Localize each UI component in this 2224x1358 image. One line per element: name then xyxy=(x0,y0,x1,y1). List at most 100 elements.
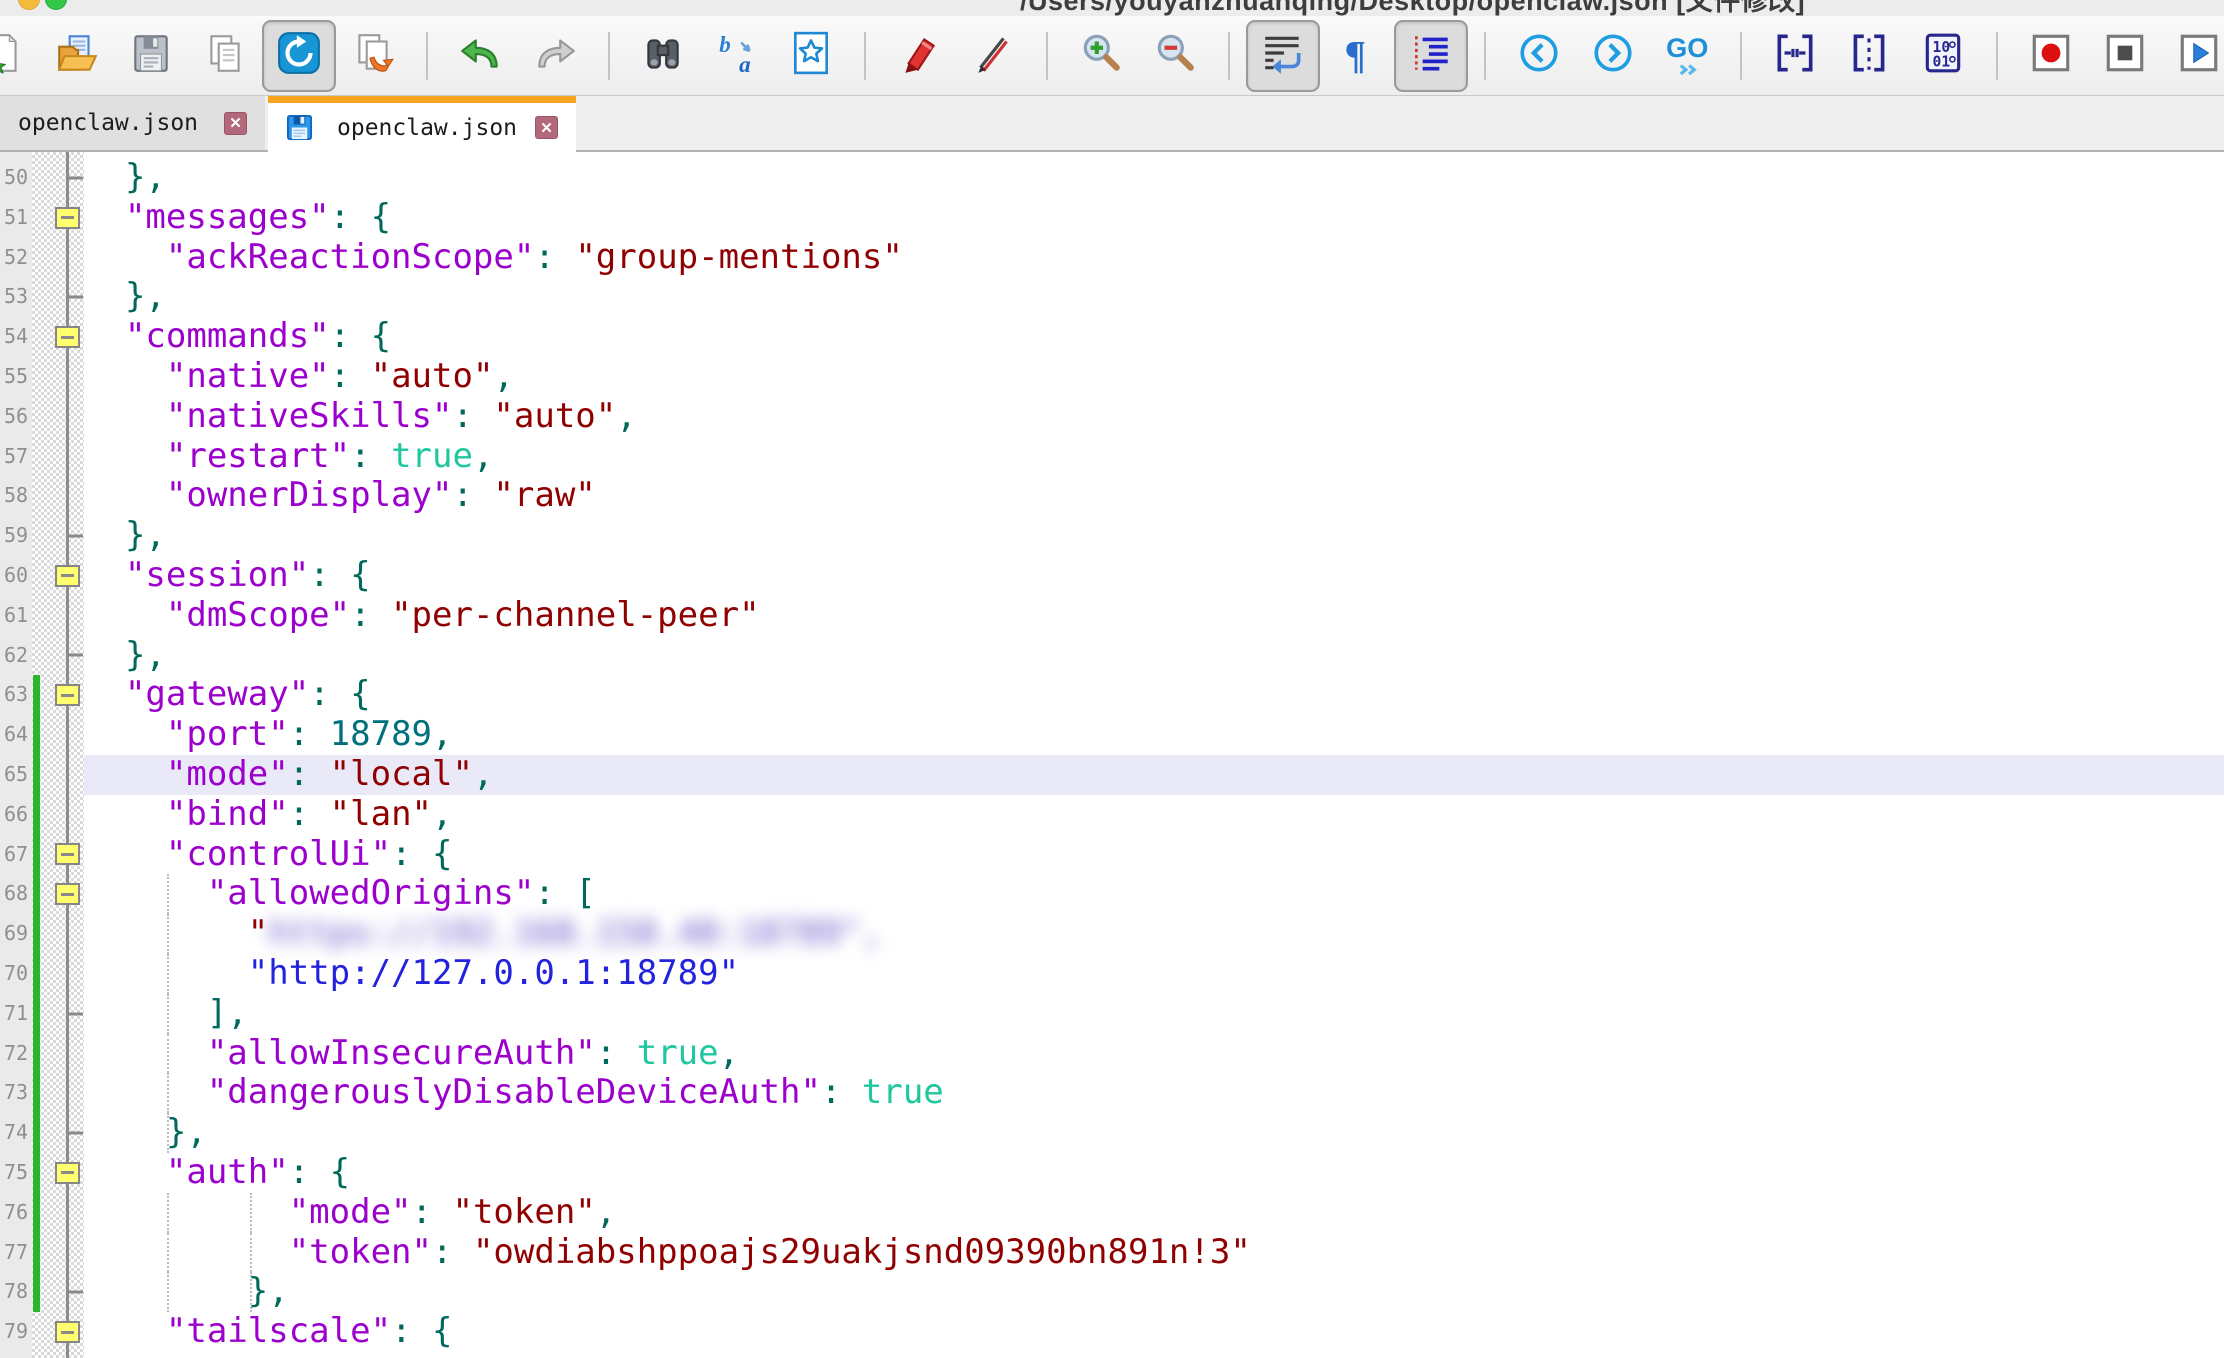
nav-back-icon xyxy=(1516,30,1562,81)
title-bar: /Users/youyanzhuanqing/Desktop/openclaw.… xyxy=(0,0,2224,16)
code-text[interactable]: "auth": { xyxy=(84,1153,2224,1193)
redo-button[interactable] xyxy=(518,20,592,92)
code-line-74: 74 }, xyxy=(0,1113,2224,1153)
bookmark-button[interactable] xyxy=(774,20,848,92)
code-line-56: 56 "nativeSkills": "auto", xyxy=(0,397,2224,437)
pen-marker-button[interactable] xyxy=(956,20,1030,92)
indent-guides-icon xyxy=(1408,30,1454,81)
reload-buffer-button[interactable] xyxy=(262,20,336,92)
modified-floppy-icon xyxy=(286,114,313,141)
undo-button[interactable] xyxy=(444,20,518,92)
redo-icon xyxy=(532,30,578,81)
zoom-out-button[interactable] xyxy=(1138,20,1212,92)
select-bracket-button[interactable] xyxy=(1832,20,1906,92)
code-text[interactable]: }, xyxy=(84,1272,2224,1312)
code-text[interactable]: "mode": "token", xyxy=(84,1193,2224,1233)
string-value: "auto" xyxy=(371,356,494,396)
code-text[interactable]: "controlUi": { xyxy=(84,835,2224,875)
stop-macro-button[interactable] xyxy=(2088,20,2162,92)
line-number: 66 xyxy=(0,795,30,835)
highlight-marker-button[interactable] xyxy=(882,20,956,92)
code-text[interactable]: "bind": "lan", xyxy=(84,795,2224,835)
whitespace xyxy=(84,396,166,436)
code-text[interactable]: "native": "auto", xyxy=(84,357,2224,397)
code-text[interactable]: "https://192.168.158.48:18789", xyxy=(84,914,2224,954)
line-number: 73 xyxy=(0,1073,30,1113)
copy-buffer-button[interactable] xyxy=(188,20,262,92)
close-buffer-button[interactable] xyxy=(336,20,410,92)
zoom-button[interactable] xyxy=(45,0,67,10)
code-text[interactable]: "http://127.0.0.1:18789" xyxy=(84,954,2224,994)
fold-toggle[interactable] xyxy=(55,1162,80,1184)
code-text[interactable]: ], xyxy=(84,994,2224,1034)
toolbar-separator xyxy=(864,32,866,80)
code-text[interactable]: "restart": true, xyxy=(84,437,2224,477)
json-key: "ownerDisplay" xyxy=(166,475,453,515)
code-line-65: 65 "mode": "local", xyxy=(0,755,2224,795)
new-file-button[interactable] xyxy=(0,20,40,92)
match-bracket-button[interactable] xyxy=(1758,20,1832,92)
fold-toggle[interactable] xyxy=(55,883,80,905)
number-value: 18789 xyxy=(330,714,432,754)
code-text[interactable]: "port": 18789, xyxy=(84,715,2224,755)
play-macro-icon xyxy=(2176,30,2222,81)
change-marker xyxy=(33,795,40,835)
code-text[interactable]: "allowInsecureAuth": true, xyxy=(84,1034,2224,1074)
nav-forward-button[interactable] xyxy=(1576,20,1650,92)
code-text[interactable]: "allowedOrigins": [ xyxy=(84,874,2224,914)
find-replace-button[interactable]: ba xyxy=(700,20,774,92)
code-editor[interactable]: 50 },51 "messages": {52 "ackReactionScop… xyxy=(0,152,2224,1358)
show-invisibles-button[interactable]: ¶ xyxy=(1320,20,1394,92)
fold-toggle[interactable] xyxy=(55,1321,80,1343)
json-key: "native" xyxy=(166,356,330,396)
code-text[interactable]: "dmScope": "per-channel-peer" xyxy=(84,596,2224,636)
code-text[interactable]: "nativeSkills": "auto", xyxy=(84,397,2224,437)
code-text[interactable]: "messages": { xyxy=(84,198,2224,238)
code-text[interactable]: }, xyxy=(84,1113,2224,1153)
tab-close-icon[interactable]: ✕ xyxy=(535,116,558,139)
record-macro-button[interactable] xyxy=(2014,20,2088,92)
tab-close-icon[interactable]: ✕ xyxy=(224,112,247,135)
code-text[interactable]: }, xyxy=(84,277,2224,317)
code-text[interactable]: "commands": { xyxy=(84,317,2224,357)
tab-2-openclaw-json[interactable]: openclaw.json✕ xyxy=(268,96,576,152)
fold-toggle[interactable] xyxy=(55,326,80,348)
string-value: "auto" xyxy=(493,396,616,436)
code-text[interactable]: "dangerouslyDisableDeviceAuth": true xyxy=(84,1073,2224,1113)
fold-toggle[interactable] xyxy=(55,565,80,587)
code-text[interactable]: "ackReactionScope": "group-mentions" xyxy=(84,238,2224,278)
code-text[interactable]: "mode": "local", xyxy=(84,755,2224,795)
binary-view-button[interactable]: 1001 xyxy=(1906,20,1980,92)
code-text[interactable]: "session": { xyxy=(84,556,2224,596)
word-wrap-button[interactable] xyxy=(1246,20,1320,92)
minimize-button[interactable] xyxy=(18,0,40,10)
whitespace xyxy=(84,356,166,396)
fold-toggle[interactable] xyxy=(55,684,80,706)
punctuation: : { xyxy=(289,1152,350,1192)
goto-line-button[interactable]: GO xyxy=(1650,20,1724,92)
code-text[interactable]: "token": "owdiabshppoajs29uakjsnd09390bn… xyxy=(84,1233,2224,1273)
code-text[interactable]: "tailscale": { xyxy=(84,1312,2224,1352)
code-text[interactable]: "ownerDisplay": "raw" xyxy=(84,476,2224,516)
code-text[interactable]: "gateway": { xyxy=(84,675,2224,715)
code-text[interactable]: }, xyxy=(84,636,2224,676)
tab-1-openclaw-json[interactable]: openclaw.json✕ xyxy=(0,96,265,150)
line-number: 50 xyxy=(0,158,30,198)
play-macro-button[interactable] xyxy=(2162,20,2224,92)
boolean-value: true xyxy=(637,1033,719,1073)
nav-back-button[interactable] xyxy=(1502,20,1576,92)
string-value: "raw" xyxy=(493,475,595,515)
find-button[interactable] xyxy=(626,20,700,92)
window-title: /Users/youyanzhuanqing/Desktop/openclaw.… xyxy=(1020,0,1805,16)
code-text[interactable]: }, xyxy=(84,516,2224,556)
code-line-62: 62 }, xyxy=(0,636,2224,676)
fold-toggle[interactable] xyxy=(55,843,80,865)
json-key: "mode" xyxy=(166,754,289,794)
fold-toggle[interactable] xyxy=(55,207,80,229)
code-text[interactable]: }, xyxy=(84,158,2224,198)
punctuation: }, xyxy=(125,515,166,555)
save-file-button[interactable] xyxy=(114,20,188,92)
indent-guides-button[interactable] xyxy=(1394,20,1468,92)
open-file-button[interactable] xyxy=(40,20,114,92)
zoom-in-button[interactable] xyxy=(1064,20,1138,92)
